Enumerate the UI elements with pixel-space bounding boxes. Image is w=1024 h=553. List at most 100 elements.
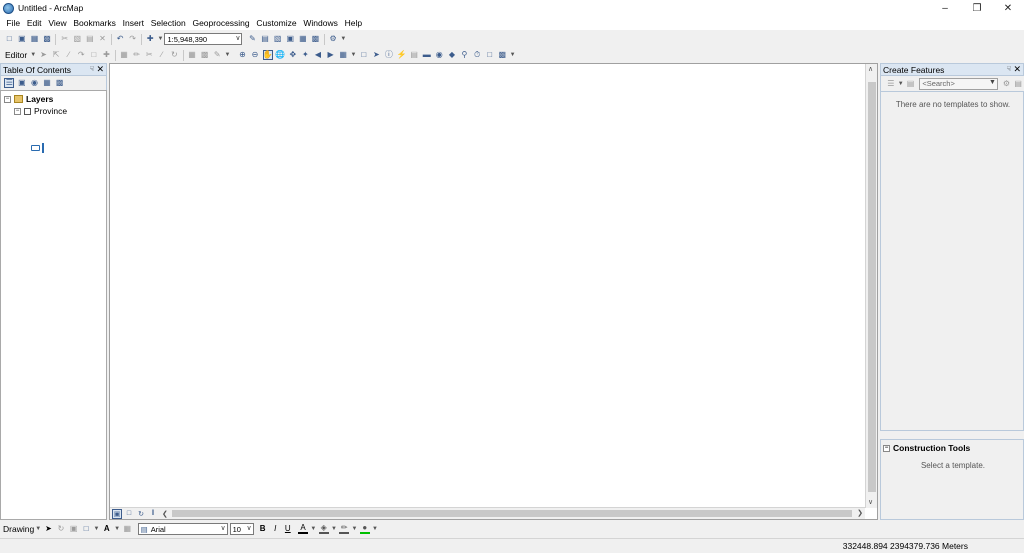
sketch-properties-icon[interactable]: ▩ <box>200 50 210 60</box>
menu-view[interactable]: View <box>45 16 70 30</box>
data-view-icon[interactable]: ▣ <box>112 508 122 519</box>
find-route-icon[interactable]: ◆ <box>447 50 457 60</box>
font-size-select[interactable]: 10 ∨ <box>229 523 254 535</box>
maximize-button[interactable]: ❐ <box>960 0 994 16</box>
menu-insert[interactable]: Insert <box>119 16 147 30</box>
layout-view-icon[interactable]: □ <box>124 509 134 519</box>
go-forward-icon[interactable]: ▶ <box>326 50 336 60</box>
edit-vertices-icon[interactable]: ▦ <box>122 524 132 534</box>
select-features-icon[interactable]: ▦ <box>338 50 348 60</box>
polygon-symbol-icon[interactable] <box>31 145 40 151</box>
scroll-right-icon[interactable]: ❯ <box>857 509 863 517</box>
find-icon[interactable]: ◉ <box>434 50 444 60</box>
text-dropdown-icon[interactable]: ▼ <box>114 526 120 532</box>
model-builder-icon[interactable]: ⚙ <box>328 34 338 44</box>
minimize-button[interactable]: – <box>928 0 962 16</box>
vertical-scrollbar[interactable]: ∧ ∨ <box>865 64 877 508</box>
collapse-icon[interactable]: − <box>14 107 21 115</box>
fill-color-dropdown-icon[interactable]: ▼ <box>331 526 337 532</box>
text-tool-icon[interactable]: A <box>102 524 112 534</box>
list-by-selection-icon[interactable]: ▦ <box>42 78 52 88</box>
select-elements-icon[interactable]: ➤ <box>371 50 381 60</box>
time-slider-icon[interactable]: ⏱ <box>472 50 482 60</box>
horizontal-scrollbar[interactable]: ▣ □ ↻ ‖ ❮ ❯ <box>110 507 865 519</box>
template-search-input[interactable]: <Search> ▼ <box>919 77 998 90</box>
menu-geoprocessing[interactable]: Geoprocessing <box>189 16 253 30</box>
rotate-icon[interactable]: ↻ <box>169 50 179 60</box>
trace-icon[interactable]: □ <box>89 50 99 60</box>
tree-row-province[interactable]: − Province <box>14 106 67 116</box>
italic-button[interactable]: I <box>270 524 280 534</box>
map-display[interactable]: ∧ ∨ ▣ □ ↻ ‖ ❮ ❯ <box>109 63 878 520</box>
map-scale-input[interactable]: 1:5,948,390 ∨ <box>164 33 243 45</box>
attributes-icon[interactable]: ▦ <box>187 50 197 60</box>
bold-button[interactable]: B <box>258 524 268 534</box>
cut-icon[interactable]: ✂ <box>60 34 70 44</box>
collapse-icon[interactable]: − <box>4 95 11 103</box>
menu-selection[interactable]: Selection <box>147 16 189 30</box>
zoom-out-icon[interactable]: ⊖ <box>250 50 260 60</box>
fixed-zoom-out-icon[interactable]: ✦ <box>300 50 310 60</box>
marker-color-dropdown-icon[interactable]: ▼ <box>372 526 378 532</box>
create-features-icon[interactable]: ✎ <box>212 50 222 60</box>
add-data-dropdown-icon[interactable]: ▼ <box>158 36 164 42</box>
zoom-to-selected-icon[interactable]: ▣ <box>69 524 79 534</box>
line-color-icon[interactable]: ✏ <box>339 523 350 534</box>
reshape-icon[interactable]: ✏ <box>132 50 142 60</box>
split-icon[interactable]: ∕ <box>157 50 167 60</box>
scroll-up-icon[interactable]: ∧ <box>868 65 873 73</box>
shape-dropdown-icon[interactable]: ▼ <box>94 526 100 532</box>
undo-icon[interactable]: ↶ <box>115 34 125 44</box>
delete-icon[interactable]: ✕ <box>97 34 107 44</box>
identify-icon[interactable]: ⓘ <box>384 50 394 60</box>
go-to-xy-icon[interactable]: ⚲ <box>459 50 469 60</box>
toolbar-options-icon[interactable]: ▼ <box>340 36 346 42</box>
end-point-arc-icon[interactable]: ↷ <box>76 50 86 60</box>
close-button[interactable]: ✕ <box>991 0 1024 16</box>
create-viewer-window-icon[interactable]: □ <box>485 50 495 60</box>
edit-vertices-icon[interactable]: ▦ <box>119 50 129 60</box>
zoom-in-icon[interactable]: ⊕ <box>237 50 247 60</box>
copy-icon[interactable]: ▧ <box>72 34 82 44</box>
drawing-menu-button[interactable]: Drawing <box>3 524 34 534</box>
line-color-dropdown-icon[interactable]: ▼ <box>351 526 357 532</box>
select-elements-icon[interactable]: ➤ <box>43 524 53 534</box>
editor-options-icon[interactable]: ▼ <box>224 52 230 58</box>
save-icon[interactable]: ▦ <box>29 34 39 44</box>
menu-windows[interactable]: Windows <box>300 16 341 30</box>
redo-icon[interactable]: ↷ <box>128 34 138 44</box>
toc-close-icon[interactable]: ✕ <box>96 64 104 75</box>
edit-annotation-icon[interactable]: ⇱ <box>51 50 61 60</box>
full-extent-icon[interactable]: 🌐 <box>275 50 285 60</box>
arctoolbox-icon[interactable]: ▦ <box>298 34 308 44</box>
refresh-icon[interactable]: ↻ <box>136 509 146 519</box>
add-data-icon[interactable]: ✚ <box>145 34 155 44</box>
map-tips-icon[interactable]: ▩ <box>497 50 507 60</box>
point-icon[interactable]: ✚ <box>101 50 111 60</box>
menu-help[interactable]: Help <box>341 16 365 30</box>
font-color-dropdown-icon[interactable]: ▼ <box>310 526 316 532</box>
pause-drawing-icon[interactable]: ‖ <box>148 509 158 519</box>
print-icon[interactable]: ▩ <box>42 34 52 44</box>
html-popup-icon[interactable]: ▤ <box>409 50 419 60</box>
layer-visibility-checkbox[interactable] <box>24 107 31 115</box>
editor-dropdown-icon[interactable]: ▼ <box>30 52 36 58</box>
straight-segment-icon[interactable]: ∕ <box>64 50 74 60</box>
select-dropdown-icon[interactable]: ▼ <box>350 52 356 58</box>
fixed-zoom-in-icon[interactable]: ✥ <box>288 50 298 60</box>
menu-file[interactable]: File <box>3 16 23 30</box>
template-view-icon[interactable]: ▤ <box>1014 79 1023 89</box>
editor-toolbar-icon[interactable]: ✎ <box>247 34 257 44</box>
pan-icon[interactable]: ✋ <box>262 50 273 60</box>
organize-templates-icon[interactable]: ☰ <box>886 79 895 89</box>
python-window-icon[interactable]: ▩ <box>310 34 320 44</box>
list-by-source-icon[interactable]: ▣ <box>17 78 27 88</box>
open-icon[interactable]: ▣ <box>17 34 27 44</box>
search-options-icon[interactable]: ⚙ <box>1002 79 1011 89</box>
paste-icon[interactable]: ▤ <box>85 34 95 44</box>
search-window-icon[interactable]: ▣ <box>285 34 295 44</box>
font-color-icon[interactable]: A <box>298 523 309 534</box>
collapse-icon[interactable]: − <box>883 444 890 452</box>
fill-color-icon[interactable]: ◈ <box>318 523 329 534</box>
scroll-down-icon[interactable]: ∨ <box>868 498 873 506</box>
